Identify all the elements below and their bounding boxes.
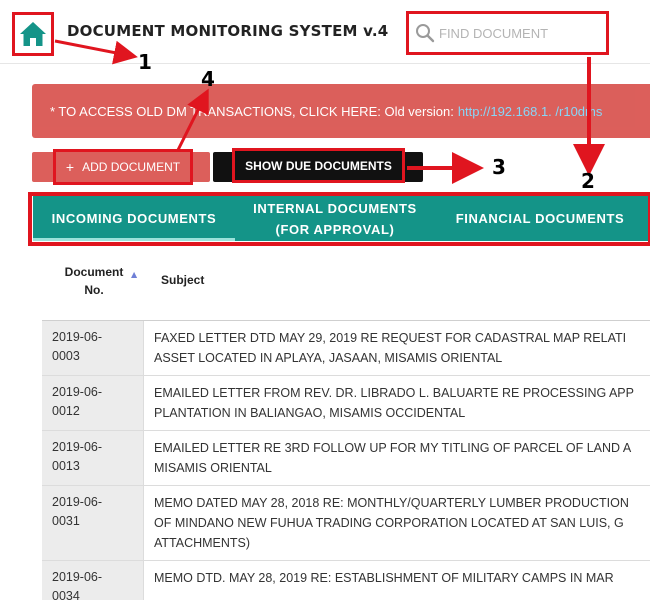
- doc-no-cell: 2019-06- 0031: [42, 486, 144, 560]
- subject-line: EMAILED LETTER RE 3RD FOLLOW UP FOR MY T…: [154, 441, 632, 455]
- subject-line: FAXED LETTER DTD MAY 29, 2019 RE REQUEST…: [154, 331, 627, 345]
- search-box[interactable]: [406, 11, 609, 55]
- table-row[interactable]: 2019-06- 0012 EMAILED LETTER FROM REV. D…: [42, 376, 650, 431]
- old-version-link[interactable]: http://192.168.1. /r10dms: [458, 104, 603, 119]
- subject-line: MEMO DATED MAY 28, 2018 RE: MONTHLY/QUAR…: [154, 496, 629, 510]
- annotation-number-2: 2: [581, 169, 595, 193]
- subject-line: OF MINDANO NEW FUHUA TRADING CORPORATION…: [154, 516, 624, 530]
- doc-no-seq: 0012: [52, 404, 80, 418]
- doc-no-year: 2019-06-: [52, 440, 103, 454]
- search-icon: [416, 24, 435, 43]
- doc-no-cell: 2019-06- 0012: [42, 376, 144, 430]
- doc-no-cell: 2019-06- 0013: [42, 431, 144, 485]
- doc-no-seq: 0013: [52, 459, 80, 473]
- search-input[interactable]: [439, 25, 589, 41]
- subject-cell: FAXED LETTER DTD MAY 29, 2019 RE REQUEST…: [144, 321, 650, 375]
- tabs-highlight-frame: [28, 192, 650, 246]
- plus-icon: +: [65, 159, 75, 175]
- doc-no-seq: 0034: [52, 589, 80, 600]
- home-icon: [20, 22, 46, 46]
- documents-table: 2019-06- 0003 FAXED LETTER DTD MAY 29, 2…: [42, 320, 650, 600]
- doc-no-cell: 2019-06- 0003: [42, 321, 144, 375]
- subject-cell: MEMO DATED MAY 28, 2018 RE: MONTHLY/QUAR…: [144, 486, 650, 560]
- annotation-number-1: 1: [138, 50, 152, 74]
- doc-no-year: 2019-06-: [52, 495, 103, 509]
- subject-line: MEMO DTD. MAY 28, 2019 RE: ESTABLISHMENT…: [154, 571, 614, 585]
- table-row[interactable]: 2019-06- 0013 EMAILED LETTER RE 3RD FOLL…: [42, 431, 650, 486]
- old-version-alert: * TO ACCESS OLD DM TRANSACTIONS, CLICK H…: [32, 84, 650, 138]
- subject-line: EMAILED LETTER FROM REV. DR. LIBRADO L. …: [154, 386, 634, 400]
- doc-no-seq: 0003: [52, 349, 80, 363]
- alert-text: * TO ACCESS OLD DM TRANSACTIONS, CLICK H…: [50, 103, 454, 119]
- subject-cell: EMAILED LETTER FROM REV. DR. LIBRADO L. …: [144, 376, 650, 430]
- subject-line: PLANTATION IN BALIANGAO, MISAMIS OCCIDEN…: [154, 406, 466, 420]
- annotation-number-3: 3: [492, 155, 506, 179]
- table-row[interactable]: 2019-06- 0031 MEMO DATED MAY 28, 2018 RE…: [42, 486, 650, 561]
- annotation-number-4: 4: [201, 67, 215, 91]
- doc-no-year: 2019-06-: [52, 570, 103, 584]
- subject-line: ATTACHMENTS): [154, 536, 251, 550]
- subject-line: MISAMIS ORIENTAL: [154, 461, 272, 475]
- column-header-doc-no[interactable]: Document No.: [52, 263, 136, 299]
- home-button[interactable]: [12, 12, 54, 56]
- doc-no-seq: 0031: [52, 514, 80, 528]
- header: DOCUMENT MONITORING SYSTEM v.4: [0, 0, 650, 64]
- show-due-label: SHOW DUE DOCUMENTS: [245, 158, 392, 173]
- sort-ascending-icon[interactable]: ▲: [131, 270, 137, 279]
- column-header-subject[interactable]: Subject: [161, 273, 204, 287]
- doc-no-year: 2019-06-: [52, 330, 103, 344]
- subject-cell: MEMO DTD. MAY 28, 2019 RE: ESTABLISHMENT…: [144, 561, 650, 600]
- table-row[interactable]: 2019-06- 0034 MEMO DTD. MAY 28, 2019 RE:…: [42, 561, 650, 600]
- add-document-button[interactable]: + ADD DOCUMENT: [53, 149, 193, 185]
- add-document-label: ADD DOCUMENT: [82, 160, 181, 174]
- doc-no-year: 2019-06-: [52, 385, 103, 399]
- table-row[interactable]: 2019-06- 0003 FAXED LETTER DTD MAY 29, 2…: [42, 321, 650, 376]
- app-title: DOCUMENT MONITORING SYSTEM v.4: [67, 22, 389, 40]
- doc-no-header-line2: No.: [84, 283, 104, 297]
- doc-no-header-line1: Document: [64, 265, 124, 279]
- doc-no-cell: 2019-06- 0034: [42, 561, 144, 600]
- show-due-documents-button[interactable]: SHOW DUE DOCUMENTS: [232, 148, 405, 183]
- subject-line: ASSET LOCATED IN APLAYA, JASAAN, MISAMIS…: [154, 351, 503, 365]
- subject-cell: EMAILED LETTER RE 3RD FOLLOW UP FOR MY T…: [144, 431, 650, 485]
